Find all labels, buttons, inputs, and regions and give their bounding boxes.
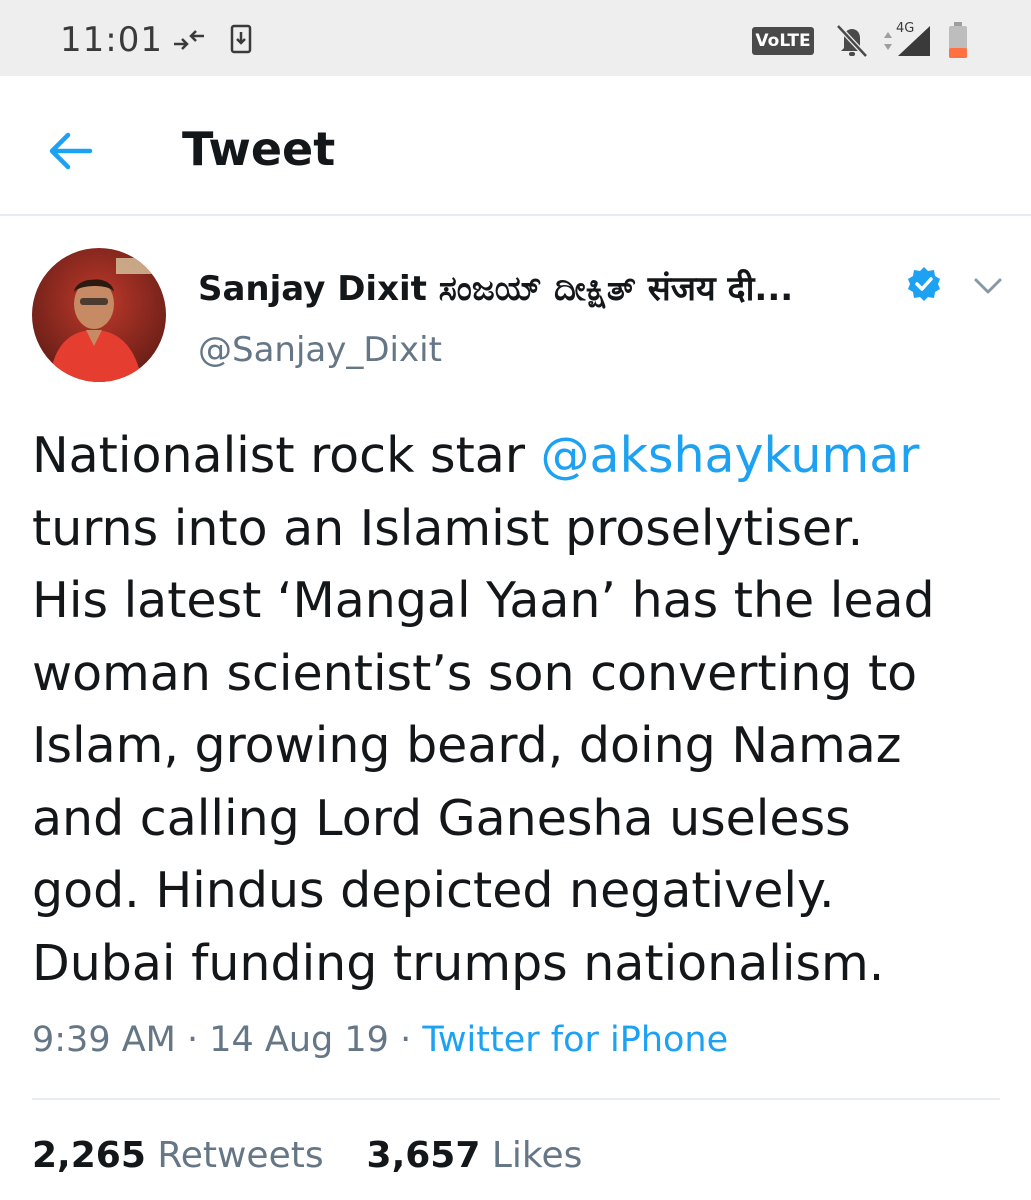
tweet-line: and calling Lord Ganesha useless bbox=[32, 789, 851, 847]
status-bar: 11:01 VoLTE 4G bbox=[0, 0, 1031, 76]
tweet-date: 14 Aug 19 bbox=[209, 1020, 389, 1060]
retweets-count: 2,265 bbox=[32, 1135, 146, 1176]
tweet-line: god. Hindus depicted negatively. bbox=[32, 862, 835, 919]
download-icon bbox=[230, 24, 252, 54]
retweets-stat[interactable]: 2,265 Retweets bbox=[32, 1135, 324, 1176]
avatar[interactable] bbox=[32, 248, 166, 382]
status-time: 11:01 bbox=[60, 20, 163, 60]
mention-link[interactable]: @akshaykumar bbox=[541, 427, 920, 484]
meta-separator: · bbox=[388, 1020, 423, 1060]
likes-count: 3,657 bbox=[366, 1135, 481, 1176]
author-handle[interactable]: @Sanjay_Dixit bbox=[198, 330, 442, 370]
tweet-line: turns into an Islamist proselytiser. bbox=[32, 499, 864, 557]
author-display-name[interactable]: Sanjay Dixit ಸಂಜಯ್ ದೀಕ್ಷಿತ್ संजय दी... bbox=[198, 264, 793, 310]
verified-badge-icon bbox=[908, 267, 940, 301]
tweet-source-link[interactable]: Twitter for iPhone bbox=[422, 1020, 728, 1060]
tweet-line: Dubai funding trumps nationalism. bbox=[32, 934, 885, 992]
chevron-down-icon[interactable] bbox=[970, 272, 1006, 300]
tweet-text: Nationalist rock star @akshaykumar turns… bbox=[32, 420, 992, 1000]
likes-label: Likes bbox=[491, 1135, 583, 1176]
tweet-line: Nationalist rock star @akshaykumar bbox=[32, 427, 920, 484]
back-arrow-icon[interactable] bbox=[40, 126, 100, 176]
volte-icon: VoLTE bbox=[752, 27, 814, 55]
meta-separator: · bbox=[175, 1020, 210, 1060]
likes-stat[interactable]: 3,657 Likes bbox=[367, 1135, 583, 1176]
mute-icon bbox=[836, 24, 868, 58]
signal-4g-icon: 4G bbox=[884, 21, 930, 56]
tweet-line: His latest ‘Mangal Yaan’ has the lead bbox=[32, 572, 935, 629]
battery-low-icon bbox=[949, 22, 967, 58]
tweet-meta: 9:39 AM · 14 Aug 19 · Twitter for iPhone bbox=[32, 1020, 728, 1060]
retweets-label: Retweets bbox=[157, 1135, 324, 1176]
app-bar: Tweet bbox=[0, 76, 1031, 216]
page-title: Tweet bbox=[182, 122, 336, 176]
tweet-line: woman scientist’s son converting to bbox=[32, 644, 918, 702]
divider bbox=[32, 1098, 1000, 1100]
data-transfer-icon bbox=[174, 30, 204, 50]
tweet-time: 9:39 AM bbox=[32, 1020, 176, 1060]
svg-text:4G: 4G bbox=[896, 21, 914, 36]
tweet-line: Islam, growing beard, doing Namaz bbox=[32, 717, 902, 774]
tweet-stats: 2,265 Retweets 3,657 Likes bbox=[32, 1135, 582, 1176]
